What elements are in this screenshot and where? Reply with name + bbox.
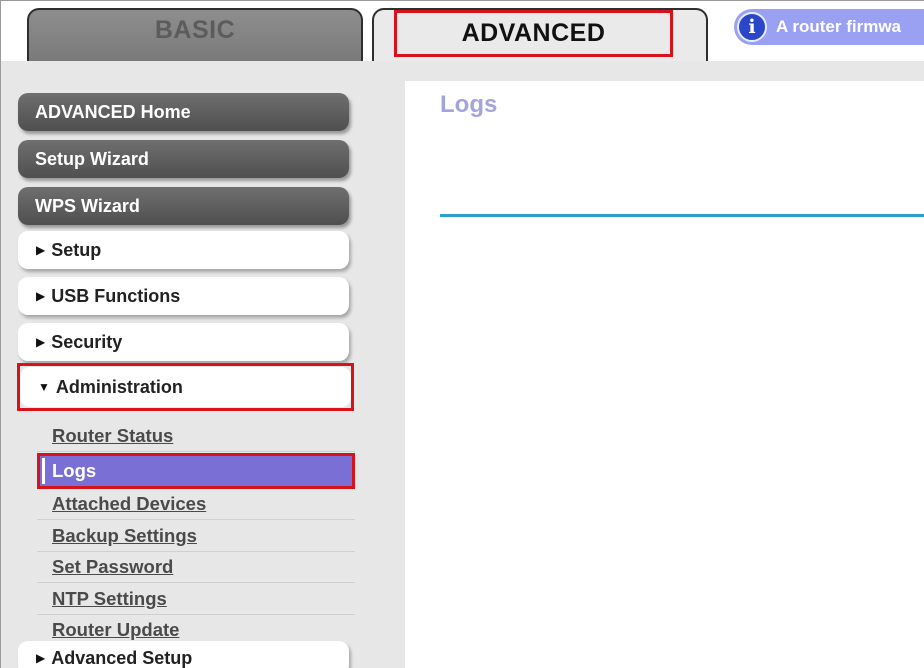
top-tab-bar: BASIC ADVANCED i A router firmwa (1, 1, 924, 61)
setup-label: Setup (51, 239, 102, 260)
tab-basic-label: BASIC (154, 16, 236, 44)
triangle-down-icon: ▼ (38, 380, 50, 394)
content-area: Logs (405, 61, 924, 668)
tab-advanced[interactable]: ADVANCED (372, 8, 708, 61)
triangle-right-icon: ▶ (36, 335, 46, 349)
admin-item-logs[interactable]: Logs (37, 453, 355, 489)
firmware-notice-text: A router firmwa (776, 17, 902, 36)
sidebar-section-security[interactable]: ▶ Security (18, 323, 349, 361)
security-label: Security (51, 331, 123, 352)
firmware-notice[interactable]: i A router firmwa (734, 9, 924, 45)
admin-item-router-status[interactable]: Router Status (37, 421, 355, 452)
advanced-home-button[interactable]: ADVANCED Home (18, 93, 349, 131)
admin-item-ntp-settings[interactable]: NTP Settings (37, 584, 355, 615)
wps-wizard-label: WPS Wizard (35, 195, 140, 216)
tab-advanced-label: ADVANCED (461, 19, 606, 47)
advanced-setup-label: Advanced Setup (51, 647, 193, 668)
admin-item-attached-devices[interactable]: Attached Devices (37, 489, 355, 520)
usb-functions-label: USB Functions (51, 285, 181, 306)
logs-panel: Logs (405, 81, 924, 668)
admin-item-router-update[interactable]: Router Update (37, 616, 355, 644)
setup-wizard-button[interactable]: Setup Wizard (18, 140, 349, 178)
admin-item-backup-settings[interactable]: Backup Settings (37, 521, 355, 552)
info-icon: i (737, 12, 767, 42)
sidebar-section-administration[interactable]: ▼ Administration (20, 367, 351, 407)
triangle-right-icon: ▶ (36, 243, 46, 257)
administration-label: Administration (55, 376, 183, 397)
triangle-right-icon: ▶ (36, 289, 46, 303)
sidebar-section-usb-functions[interactable]: ▶ USB Functions (18, 277, 349, 315)
wps-wizard-button[interactable]: WPS Wizard (18, 187, 349, 225)
page-title: Logs (440, 91, 498, 118)
sidebar-section-advanced-setup[interactable]: ▶ Advanced Setup (18, 641, 349, 668)
sidebar-section-setup[interactable]: ▶ Setup (18, 231, 349, 269)
sidebar: ADVANCED Home Setup Wizard WPS Wizard ▶ … (1, 61, 405, 668)
tab-basic[interactable]: BASIC (27, 8, 363, 61)
title-divider (440, 214, 924, 217)
triangle-right-icon: ▶ (36, 651, 46, 665)
admin-item-set-password[interactable]: Set Password (37, 552, 355, 583)
setup-wizard-label: Setup Wizard (35, 148, 149, 169)
tab-advanced-highlight: ADVANCED (394, 10, 673, 57)
advanced-home-label: ADVANCED Home (35, 101, 191, 122)
